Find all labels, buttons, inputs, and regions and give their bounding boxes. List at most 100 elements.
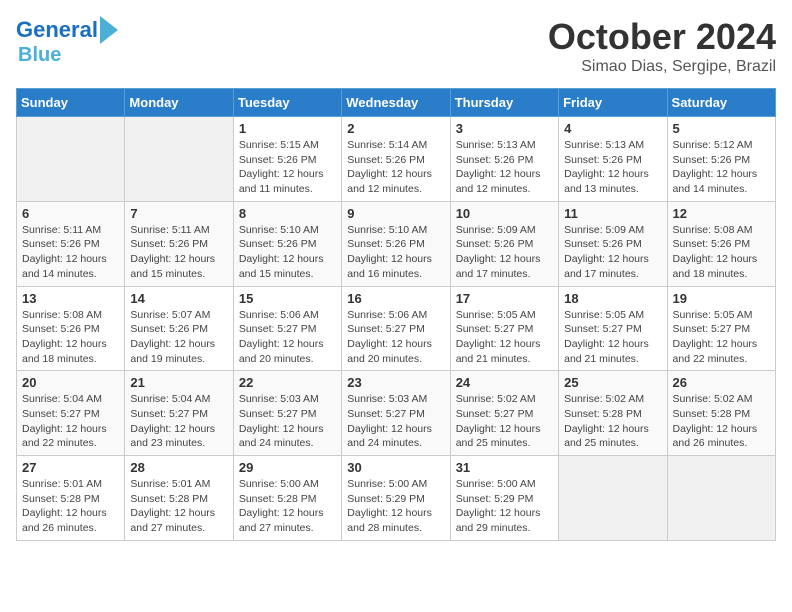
logo-arrow-icon <box>100 16 118 44</box>
day-number: 4 <box>564 121 661 136</box>
calendar-table: SundayMondayTuesdayWednesdayThursdayFrid… <box>16 88 776 541</box>
day-info: Sunrise: 5:04 AMSunset: 5:27 PMDaylight:… <box>22 392 119 451</box>
day-info: Sunrise: 5:02 AMSunset: 5:28 PMDaylight:… <box>564 392 661 451</box>
title-block: October 2024 Simao Dias, Sergipe, Brazil <box>548 16 776 76</box>
calendar-cell: 12 Sunrise: 5:08 AMSunset: 5:26 PMDayligh… <box>667 201 775 286</box>
calendar-cell: 3Sunrise: 5:13 AMSunset: 5:26 PMDaylight… <box>450 117 558 202</box>
logo-text-general: General <box>16 18 98 42</box>
calendar-week-row: 6 Sunrise: 5:11 AMSunset: 5:26 PMDaylight… <box>17 201 776 286</box>
day-info: Sunrise: 5:06 AMSunset: 5:27 PMDaylight:… <box>347 308 444 367</box>
calendar-cell: 28Sunrise: 5:01 AMSunset: 5:28 PMDayligh… <box>125 456 233 541</box>
day-info: Sunrise: 5:04 AMSunset: 5:27 PMDaylight:… <box>130 392 227 451</box>
calendar-cell: 20 Sunrise: 5:04 AMSunset: 5:27 PMDayligh… <box>17 371 125 456</box>
calendar-cell: 13 Sunrise: 5:08 AMSunset: 5:26 PMDayligh… <box>17 286 125 371</box>
day-number: 22 <box>239 375 336 390</box>
calendar-cell <box>667 456 775 541</box>
calendar-cell: 5Sunrise: 5:12 AMSunset: 5:26 PMDaylight… <box>667 117 775 202</box>
day-number: 19 <box>673 291 770 306</box>
day-number: 16 <box>347 291 444 306</box>
day-info: Sunrise: 5:15 AMSunset: 5:26 PMDaylight:… <box>239 138 336 197</box>
day-number: 20 <box>22 375 119 390</box>
calendar-week-row: 13 Sunrise: 5:08 AMSunset: 5:26 PMDayligh… <box>17 286 776 371</box>
day-info: Sunrise: 5:01 AMSunset: 5:28 PMDaylight:… <box>22 477 119 536</box>
day-info: Sunrise: 5:13 AMSunset: 5:26 PMDaylight:… <box>564 138 661 197</box>
day-number: 24 <box>456 375 553 390</box>
day-info: Sunrise: 5:10 AMSunset: 5:26 PMDaylight:… <box>239 223 336 282</box>
day-info: Sunrise: 5:08 AMSunset: 5:26 PMDaylight:… <box>22 308 119 367</box>
weekday-header-thursday: Thursday <box>450 89 558 117</box>
day-info: Sunrise: 5:09 AMSunset: 5:26 PMDaylight:… <box>456 223 553 282</box>
day-number: 31 <box>456 460 553 475</box>
calendar-cell: 22Sunrise: 5:03 AMSunset: 5:27 PMDayligh… <box>233 371 341 456</box>
day-info: Sunrise: 5:03 AMSunset: 5:27 PMDaylight:… <box>347 392 444 451</box>
page-header: General Blue October 2024 Simao Dias, Se… <box>16 16 776 76</box>
calendar-cell: 21 Sunrise: 5:04 AMSunset: 5:27 PMDayligh… <box>125 371 233 456</box>
day-info: Sunrise: 5:13 AMSunset: 5:26 PMDaylight:… <box>456 138 553 197</box>
calendar-cell: 6 Sunrise: 5:11 AMSunset: 5:26 PMDaylight… <box>17 201 125 286</box>
calendar-cell: 14 Sunrise: 5:07 AMSunset: 5:26 PMDayligh… <box>125 286 233 371</box>
day-number: 13 <box>22 291 119 306</box>
weekday-header-wednesday: Wednesday <box>342 89 450 117</box>
logo-text-blue: Blue <box>18 44 61 66</box>
calendar-cell: 17Sunrise: 5:05 AMSunset: 5:27 PMDayligh… <box>450 286 558 371</box>
day-info: Sunrise: 5:05 AMSunset: 5:27 PMDaylight:… <box>456 308 553 367</box>
logo: General Blue <box>16 16 118 66</box>
calendar-cell: 7 Sunrise: 5:11 AMSunset: 5:26 PMDaylight… <box>125 201 233 286</box>
day-info: Sunrise: 5:02 AMSunset: 5:27 PMDaylight:… <box>456 392 553 451</box>
day-number: 14 <box>130 291 227 306</box>
day-info: Sunrise: 5:11 AMSunset: 5:26 PMDaylight:… <box>22 223 119 282</box>
weekday-header-monday: Monday <box>125 89 233 117</box>
day-number: 26 <box>673 375 770 390</box>
day-info: Sunrise: 5:05 AMSunset: 5:27 PMDaylight:… <box>564 308 661 367</box>
calendar-cell: 19 Sunrise: 5:05 AMSunset: 5:27 PMDayligh… <box>667 286 775 371</box>
day-number: 30 <box>347 460 444 475</box>
day-number: 12 <box>673 206 770 221</box>
day-info: Sunrise: 5:00 AMSunset: 5:28 PMDaylight:… <box>239 477 336 536</box>
calendar-cell: 26 Sunrise: 5:02 AMSunset: 5:28 PMDayligh… <box>667 371 775 456</box>
calendar-cell: 30 Sunrise: 5:00 AMSunset: 5:29 PMDayligh… <box>342 456 450 541</box>
day-number: 8 <box>239 206 336 221</box>
day-info: Sunrise: 5:07 AMSunset: 5:26 PMDaylight:… <box>130 308 227 367</box>
day-number: 6 <box>22 206 119 221</box>
day-number: 18 <box>564 291 661 306</box>
calendar-cell: 18 Sunrise: 5:05 AMSunset: 5:27 PMDayligh… <box>559 286 667 371</box>
day-number: 1 <box>239 121 336 136</box>
calendar-cell: 31Sunrise: 5:00 AMSunset: 5:29 PMDayligh… <box>450 456 558 541</box>
calendar-week-row: 1 Sunrise: 5:15 AMSunset: 5:26 PMDaylight… <box>17 117 776 202</box>
day-info: Sunrise: 5:00 AMSunset: 5:29 PMDaylight:… <box>347 477 444 536</box>
calendar-cell <box>17 117 125 202</box>
calendar-cell: 4 Sunrise: 5:13 AMSunset: 5:26 PMDaylight… <box>559 117 667 202</box>
page-title: October 2024 <box>548 16 776 58</box>
day-info: Sunrise: 5:06 AMSunset: 5:27 PMDaylight:… <box>239 308 336 367</box>
day-number: 11 <box>564 206 661 221</box>
calendar-cell: 1 Sunrise: 5:15 AMSunset: 5:26 PMDaylight… <box>233 117 341 202</box>
day-info: Sunrise: 5:09 AMSunset: 5:26 PMDaylight:… <box>564 223 661 282</box>
weekday-header-saturday: Saturday <box>667 89 775 117</box>
calendar-header-row: SundayMondayTuesdayWednesdayThursdayFrid… <box>17 89 776 117</box>
day-number: 25 <box>564 375 661 390</box>
day-number: 23 <box>347 375 444 390</box>
day-number: 5 <box>673 121 770 136</box>
day-info: Sunrise: 5:01 AMSunset: 5:28 PMDaylight:… <box>130 477 227 536</box>
weekday-header-friday: Friday <box>559 89 667 117</box>
calendar-cell: 8 Sunrise: 5:10 AMSunset: 5:26 PMDaylight… <box>233 201 341 286</box>
day-info: Sunrise: 5:14 AMSunset: 5:26 PMDaylight:… <box>347 138 444 197</box>
day-info: Sunrise: 5:02 AMSunset: 5:28 PMDaylight:… <box>673 392 770 451</box>
day-number: 7 <box>130 206 227 221</box>
calendar-cell: 10Sunrise: 5:09 AMSunset: 5:26 PMDayligh… <box>450 201 558 286</box>
day-info: Sunrise: 5:05 AMSunset: 5:27 PMDaylight:… <box>673 308 770 367</box>
calendar-cell: 27 Sunrise: 5:01 AMSunset: 5:28 PMDayligh… <box>17 456 125 541</box>
calendar-cell: 15 Sunrise: 5:06 AMSunset: 5:27 PMDayligh… <box>233 286 341 371</box>
calendar-cell <box>125 117 233 202</box>
day-info: Sunrise: 5:10 AMSunset: 5:26 PMDaylight:… <box>347 223 444 282</box>
calendar-week-row: 20 Sunrise: 5:04 AMSunset: 5:27 PMDayligh… <box>17 371 776 456</box>
day-number: 21 <box>130 375 227 390</box>
day-number: 15 <box>239 291 336 306</box>
calendar-cell: 29Sunrise: 5:00 AMSunset: 5:28 PMDayligh… <box>233 456 341 541</box>
day-number: 9 <box>347 206 444 221</box>
calendar-cell: 2Sunrise: 5:14 AMSunset: 5:26 PMDaylight… <box>342 117 450 202</box>
day-info: Sunrise: 5:08 AMSunset: 5:26 PMDaylight:… <box>673 223 770 282</box>
calendar-cell: 16 Sunrise: 5:06 AMSunset: 5:27 PMDayligh… <box>342 286 450 371</box>
day-number: 27 <box>22 460 119 475</box>
day-info: Sunrise: 5:11 AMSunset: 5:26 PMDaylight:… <box>130 223 227 282</box>
